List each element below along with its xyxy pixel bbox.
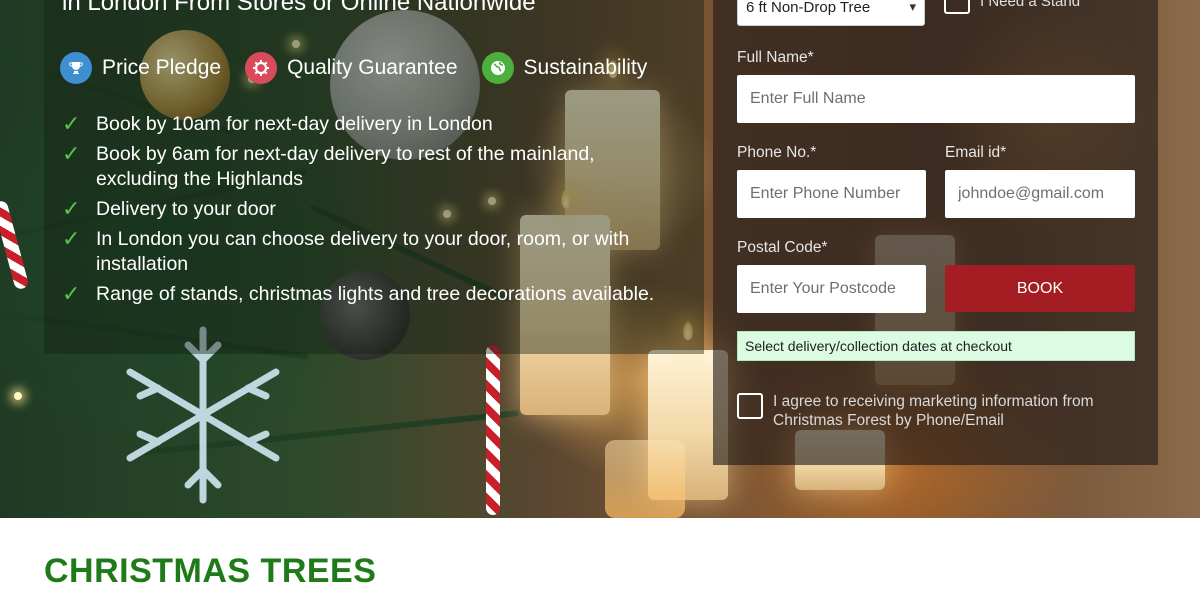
email-label: Email id* [945,144,1007,161]
feature-badges: Price Pledge Quality Guarantee Sustainab… [60,52,671,84]
list-item: ✓ In London you can choose delivery to y… [62,227,682,277]
email-field[interactable] [945,170,1135,218]
globe-icon [481,52,514,84]
marketing-consent-label: I agree to receiving marketing informati… [773,393,1094,429]
checkmark-icon: ✓ [62,281,81,306]
section-title: CHRISTMAS TREES [44,552,377,590]
bullet-text: In London you can choose delivery to you… [96,228,630,275]
list-item: ✓ Delivery to your door [62,197,682,222]
need-stand-checkbox[interactable] [944,0,970,14]
bullet-text: Range of stands, christmas lights and tr… [96,283,655,305]
book-button[interactable]: BOOK [945,265,1135,312]
list-item: ✓ Range of stands, christmas lights and … [62,282,682,307]
full-name-label: Full Name* [737,49,814,66]
feature-price-pledge: Price Pledge [60,52,221,84]
tree-size-select[interactable]: 6 ft Non-Drop Tree ▾ [737,0,925,26]
phone-field[interactable] [737,170,926,218]
postcode-field[interactable] [737,265,926,313]
marketing-consent-group[interactable]: I agree to receiving marketing informati… [737,392,1137,430]
feature-label: Quality Guarantee [287,56,458,79]
trophy-icon [60,52,92,84]
bullet-text: Book by 10am for next-day delivery in Lo… [96,113,493,135]
list-item: ✓ Book by 10am for next-day delivery in … [62,112,682,137]
feature-sustainability: Sustainability [481,52,648,84]
gear-badge-icon [245,52,278,84]
need-stand-checkbox-group[interactable]: I Need a Stand [944,0,1080,14]
feature-label: Price Pledge [102,56,222,79]
tree-size-value: 6 ft Non-Drop Tree [746,0,871,16]
bullet-text: Book by 6am for next-day delivery to res… [96,143,595,190]
phone-label: Phone No.* [737,144,817,161]
feature-label: Sustainability [523,56,648,79]
bullet-text: Delivery to your door [96,198,276,220]
need-stand-label: I Need a Stand [980,0,1081,10]
delivery-dates-note: Select delivery/collection dates at chec… [737,331,1135,361]
delivery-bullet-list: ✓ Book by 10am for next-day delivery in … [62,112,682,312]
checkmark-icon: ✓ [62,196,81,221]
hero-headline: in London From Stores or Online Nationwi… [62,0,536,16]
list-item: ✓ Book by 6am for next-day delivery to r… [62,142,682,192]
checkmark-icon: ✓ [62,141,81,166]
full-name-field[interactable] [737,75,1135,123]
checkmark-icon: ✓ [62,226,81,251]
chevron-down-icon: ▾ [909,0,916,14]
marketing-consent-checkbox[interactable] [737,393,763,419]
postcode-label: Postal Code* [737,239,828,256]
feature-quality-guarantee: Quality Guarantee [245,52,458,84]
checkmark-icon: ✓ [62,111,81,136]
